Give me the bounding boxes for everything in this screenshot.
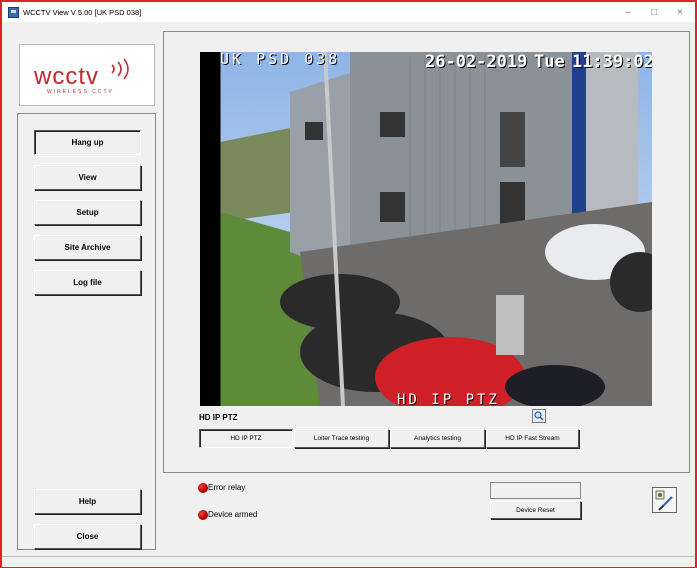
close-window-button[interactable]: ×: [667, 7, 693, 18]
help-button[interactable]: Help: [34, 489, 141, 514]
status-bar: [2, 556, 695, 567]
device-reset-button[interactable]: Device Reset: [490, 501, 581, 519]
device-armed-label: Device armed: [208, 510, 258, 519]
tab-analytics-testing[interactable]: Analytics testing: [390, 429, 485, 448]
live-video-feed[interactable]: UK PSD 038 26-02-2019 Tue 11:39:02 HD IP…: [200, 52, 652, 406]
minimize-button[interactable]: –: [615, 7, 641, 18]
log-file-button[interactable]: Log file: [34, 270, 141, 295]
error-relay-label: Error relay: [208, 483, 246, 492]
tab-hd-ip-ptz[interactable]: HD IP PTZ: [199, 429, 293, 448]
maximize-button[interactable]: □: [641, 7, 667, 18]
video-day-overlay: Tue: [534, 52, 565, 72]
window-title: WCCTV View V 5.00 [UK PSD 038]: [23, 7, 142, 17]
logo-tagline: WIRELESS CCTV: [47, 89, 114, 95]
close-button[interactable]: Close: [34, 524, 141, 549]
app-icon: [8, 6, 19, 18]
tools-icon: [655, 490, 673, 511]
setup-button[interactable]: Setup: [34, 200, 141, 225]
site-archive-button[interactable]: Site Archive: [34, 235, 141, 260]
tab-hd-ip-fast-stream[interactable]: HD IP Fast Stream: [486, 429, 579, 448]
magnifier-icon: [534, 411, 544, 421]
brand-logo: wcctv WIRELESS CCTV: [19, 44, 155, 106]
zoom-button[interactable]: [532, 409, 546, 423]
video-site-overlay: UK PSD 038: [220, 52, 341, 68]
logo-wordmark: wcctv: [34, 63, 99, 90]
title-bar: WCCTV View V 5.00 [UK PSD 038] – □ ×: [2, 2, 695, 22]
blank-button[interactable]: [490, 482, 581, 499]
camera-scene-image: [200, 52, 652, 406]
current-camera-label: HD IP PTZ: [199, 413, 238, 422]
tool-button[interactable]: [652, 487, 677, 513]
device-armed-led: [198, 510, 208, 520]
view-button[interactable]: View: [34, 165, 141, 190]
video-time-overlay: 11:39:02: [572, 52, 652, 72]
video-camera-overlay: HD IP PTZ: [397, 392, 500, 406]
tab-loiter-trace-testing[interactable]: Loiter Trace testing: [294, 429, 389, 448]
video-date-overlay: 26-02-2019: [425, 52, 528, 72]
window-controls: – □ ×: [615, 2, 693, 22]
signal-waves-icon: [111, 58, 129, 80]
error-relay-led: [198, 483, 208, 493]
hang-up-button[interactable]: Hang up: [34, 130, 141, 155]
